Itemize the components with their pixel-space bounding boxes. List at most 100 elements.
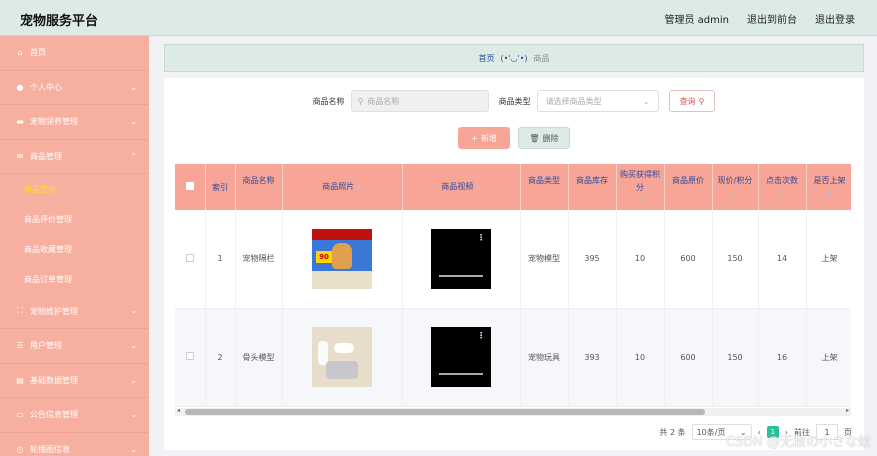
col-clicks[interactable]: 点击次数 ⇵ bbox=[758, 164, 807, 210]
col-price-label: 商品原价 bbox=[672, 176, 704, 185]
sidebar-item-basic-data[interactable]: ▤ 基础数据管理 ⌄ bbox=[0, 364, 149, 399]
cell-points: 10 bbox=[616, 308, 665, 407]
col-points[interactable]: 购买获得积分 ⇵ bbox=[616, 164, 665, 210]
sort-icon: ⇵ bbox=[637, 196, 643, 204]
col-photo-label: 商品照片 bbox=[322, 182, 355, 191]
chevron-down-icon: ⌄ bbox=[130, 340, 137, 350]
video-progress-bar[interactable] bbox=[439, 274, 483, 277]
sidebar-item-label: 公告信息管理 bbox=[30, 410, 78, 420]
product-photo[interactable]: 90 bbox=[312, 228, 372, 289]
scroll-right-icon[interactable]: ▸ bbox=[846, 407, 849, 414]
breadcrumb-home[interactable]: 首页 bbox=[478, 53, 494, 64]
sidebar-subitem-favorites[interactable]: 商品收藏管理 bbox=[0, 234, 149, 264]
sidebar-subitem-orders[interactable]: 商品订单管理 bbox=[0, 264, 149, 294]
sidebar-item-pet-maintenance[interactable]: ⛶ 宠物维护管理 ⌄ bbox=[0, 294, 149, 329]
product-video[interactable]: ⋮ bbox=[431, 228, 491, 289]
sidebar-item-users[interactable]: ☰ 用户管理 ⌄ bbox=[0, 329, 149, 364]
col-video[interactable]: 商品视频 ⇵ bbox=[402, 164, 521, 210]
scrollbar-thumb[interactable] bbox=[185, 409, 705, 415]
cell-video: ⋮ bbox=[402, 210, 521, 309]
product-photo[interactable] bbox=[312, 327, 372, 387]
cell-photo: 90 bbox=[282, 210, 403, 309]
sort-icon: ⇵ bbox=[732, 190, 738, 197]
sidebar: ⌂ 首页 ● 个人中心 ⌄ ▬ 宠物领养管理 ⌄ ✉ 商品管理 ⌃ 商品管理 商… bbox=[0, 36, 149, 456]
query-button[interactable]: 查询 ⚲ bbox=[668, 90, 716, 112]
col-name[interactable]: 商品名称 ⇵ bbox=[235, 164, 283, 210]
cell-clicks: 16 bbox=[758, 308, 807, 407]
chevron-down-icon: ⌄ bbox=[642, 96, 650, 106]
cell-status: 上架 bbox=[806, 308, 851, 407]
more-icon[interactable]: ⋮ bbox=[477, 331, 485, 340]
sidebar-item-carousel[interactable]: ◷ 轮播图信息 ⌄ bbox=[0, 433, 149, 456]
chevron-down-icon: ⌄ bbox=[130, 306, 137, 316]
sidebar-item-goods[interactable]: ✉ 商品管理 ⌃ bbox=[0, 140, 149, 175]
chevron-up-icon: ⌃ bbox=[130, 151, 137, 161]
admin-user-label: 管理员 admin bbox=[664, 15, 729, 26]
more-icon[interactable]: ⋮ bbox=[477, 233, 485, 242]
add-button[interactable]: + 新增 bbox=[458, 127, 510, 149]
cell-index: 2 bbox=[205, 308, 236, 407]
clock-icon: ◷ bbox=[16, 445, 24, 455]
col-price[interactable]: 商品原价 ⇵ bbox=[664, 164, 713, 210]
select-all-checkbox[interactable] bbox=[185, 181, 194, 190]
delete-button[interactable]: 🗑 删除 bbox=[518, 127, 570, 149]
sidebar-item-adoption[interactable]: ▬ 宠物领养管理 ⌄ bbox=[0, 105, 149, 140]
sidebar-item-label: 用户管理 bbox=[30, 341, 62, 351]
product-video[interactable]: ⋮ bbox=[431, 327, 491, 387]
home-icon: ⌂ bbox=[17, 48, 23, 58]
goods-type-label: 商品类型 bbox=[498, 96, 531, 106]
goods-name-placeholder: 商品名称 bbox=[367, 96, 400, 106]
cell-now: 150 bbox=[712, 308, 759, 407]
scroll-left-icon[interactable]: ◂ bbox=[177, 407, 180, 414]
dog-figure bbox=[332, 242, 352, 269]
search-icon: ⚲ bbox=[357, 96, 364, 106]
col-points-label: 购买获得积分 bbox=[620, 169, 660, 192]
col-type[interactable]: 商品类型 ⇵ bbox=[520, 164, 569, 210]
cell-type: 宠物玩具 bbox=[520, 308, 569, 407]
add-button-label: 新增 bbox=[480, 133, 497, 143]
cell-points: 10 bbox=[616, 210, 665, 309]
col-index-label: 索引 bbox=[212, 182, 228, 192]
sidebar-item-label: 首页 bbox=[30, 48, 46, 58]
col-index: 索引 bbox=[205, 164, 236, 210]
horizontal-scrollbar[interactable]: ◂ ▸ bbox=[175, 407, 851, 416]
sidebar-item-announcements[interactable]: ▭ 公告信息管理 ⌄ bbox=[0, 398, 149, 433]
sort-icon: ⇵ bbox=[826, 190, 833, 197]
sidebar-item-label: 轮播图信息 bbox=[30, 445, 70, 455]
col-now[interactable]: 现价/积分 ⇵ bbox=[712, 164, 759, 210]
sidebar-subitem-reviews[interactable]: 商品评价管理 bbox=[0, 204, 149, 234]
select-all-cell bbox=[175, 164, 206, 210]
back-to-front-link[interactable]: 退出到前台 bbox=[747, 11, 797, 26]
chevron-down-icon: ⌄ bbox=[130, 375, 137, 385]
action-bar: + 新增 🗑 删除 bbox=[164, 127, 864, 149]
cell-name: 宠物隔栏 bbox=[235, 210, 283, 309]
plus-icon: + bbox=[471, 133, 478, 143]
row-select-cell bbox=[175, 210, 206, 309]
video-progress-bar[interactable] bbox=[439, 373, 483, 375]
goods-name-label: 商品名称 bbox=[312, 96, 345, 106]
sidebar-item-home[interactable]: ⌂ 首页 bbox=[0, 36, 149, 71]
cell-now: 150 bbox=[712, 210, 759, 309]
app-title: 宠物服务平台 bbox=[20, 14, 99, 29]
delete-button-label: 删除 bbox=[542, 133, 559, 143]
cell-name: 骨头模型 bbox=[235, 308, 283, 407]
cell-photo bbox=[282, 308, 403, 407]
cell-stock: 395 bbox=[568, 210, 617, 309]
breadcrumb-face: (•'◡'•) bbox=[500, 53, 528, 63]
logout-link[interactable]: 退出登录 bbox=[815, 11, 855, 26]
cell-price: 600 bbox=[664, 308, 713, 407]
sort-icon: ⇵ bbox=[255, 190, 262, 197]
cell-stock: 393 bbox=[568, 308, 617, 407]
sort-icon: ⇵ bbox=[475, 184, 481, 191]
goods-name-input[interactable]: ⚲ 商品名称 bbox=[350, 90, 489, 112]
goods-type-select[interactable]: 请选择商品类型 ⌄ bbox=[536, 90, 659, 112]
col-photo[interactable]: 商品照片 ⇵ bbox=[282, 164, 403, 210]
row-checkbox[interactable] bbox=[185, 253, 194, 262]
row-checkbox[interactable] bbox=[185, 352, 194, 360]
sidebar-item-profile[interactable]: ● 个人中心 ⌄ bbox=[0, 71, 149, 106]
col-status[interactable]: 是否上架 ⇵ bbox=[806, 164, 851, 210]
cell-type: 宠物模型 bbox=[520, 210, 569, 309]
sidebar-subitem-goods[interactable]: 商品管理 bbox=[0, 174, 149, 204]
col-stock[interactable]: 商品库存 ⇵ bbox=[568, 164, 617, 210]
chevron-down-icon: ⌄ bbox=[130, 117, 137, 127]
